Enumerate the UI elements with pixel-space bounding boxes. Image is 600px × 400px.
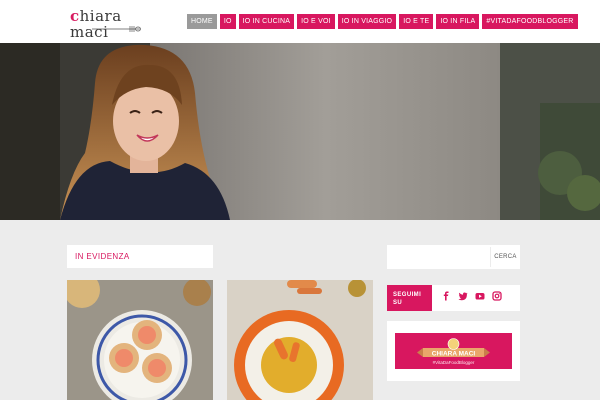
nav-item-home[interactable]: HOME — [187, 14, 217, 29]
vitadafoodblogger-banner[interactable]: CHIARA MACI #VitaDaFoodBlogger — [395, 333, 512, 369]
banner-subtitle: #VitaDaFoodBlogger — [433, 360, 475, 365]
nav-item-io-e-te[interactable]: IO E TE — [399, 14, 434, 29]
featured-section-header: IN EVIDENZA — [67, 245, 213, 268]
nav-item-vitadafoodblogger[interactable]: #VITADAFOODBLOGGER — [482, 14, 578, 29]
youtube-icon[interactable] — [475, 291, 485, 301]
follow-label: SEGUIMI SU — [387, 285, 432, 311]
banner-title: CHIARA MACI — [432, 350, 476, 357]
search-input[interactable] — [389, 247, 489, 267]
cutlery-icon — [92, 26, 141, 32]
facebook-icon[interactable] — [441, 291, 451, 301]
main-nav: HOME IO IO IN CUCINA IO E VOI IO IN VIAG… — [187, 14, 578, 29]
follow-widget: SEGUIMI SU — [387, 285, 520, 311]
post-thumbnail-salmon-pancakes[interactable] — [67, 280, 213, 400]
nav-item-io-in-fila[interactable]: IO IN FILA — [436, 14, 480, 29]
post-thumbnail-rice-curry[interactable] — [227, 280, 373, 400]
site-header: chiara maci HOME IO IO IN CUCINA IO E VO… — [0, 0, 600, 43]
banner-widget: CHIARA MACI #VitaDaFoodBlogger — [387, 321, 520, 381]
follow-label-line1: SEGUIMI — [393, 292, 422, 298]
twitter-icon[interactable] — [458, 291, 468, 301]
site-logo[interactable]: chiara maci — [70, 8, 165, 40]
nav-item-io[interactable]: IO — [219, 14, 236, 29]
featured-title: IN EVIDENZA — [75, 252, 130, 261]
instagram-icon[interactable] — [492, 291, 502, 301]
nav-item-io-in-cucina[interactable]: IO IN CUCINA — [238, 14, 295, 29]
nav-item-io-e-voi[interactable]: IO E VOI — [297, 14, 335, 29]
search-button[interactable]: CERCA — [490, 247, 520, 267]
nav-item-io-in-viaggio[interactable]: IO IN VIAGGIO — [337, 14, 397, 29]
hero-image — [0, 43, 600, 220]
follow-label-line2: SU — [393, 300, 403, 306]
